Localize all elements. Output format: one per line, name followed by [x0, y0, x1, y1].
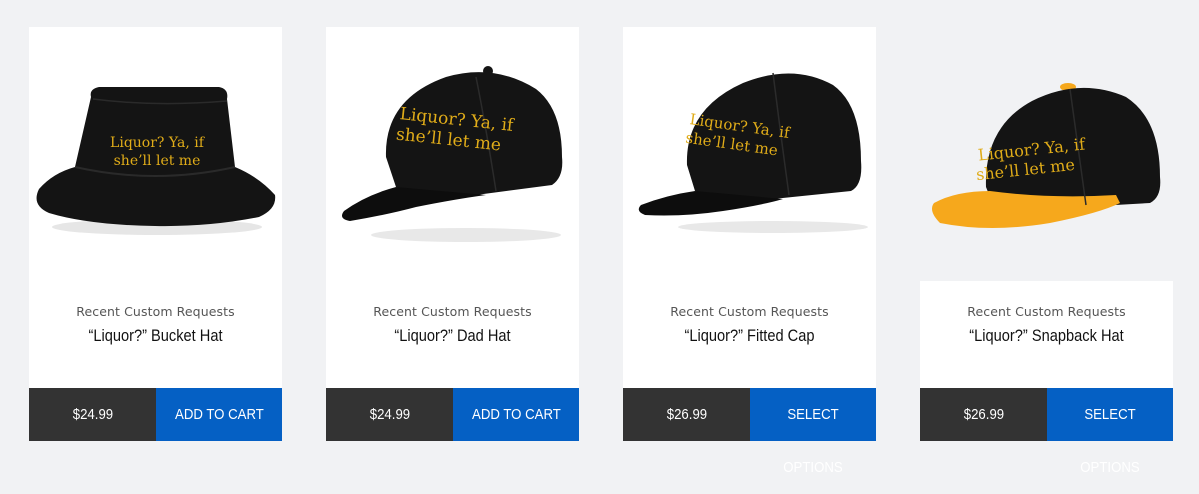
select-options-button[interactable]: SELECT OPTIONS	[1047, 388, 1173, 476]
product-title[interactable]: “Liquor?” Dad Hat	[344, 326, 562, 346]
product-info: Recent Custom Requests “Liquor?” Fitted …	[623, 281, 876, 388]
product-category[interactable]: Recent Custom Requests	[920, 304, 1173, 319]
product-card: Liquor? Ya, if she’ll let me Recent Cust…	[920, 27, 1173, 476]
product-card: Liquor? Ya, if she’ll let me Recent Cust…	[623, 27, 876, 476]
product-title[interactable]: “Liquor?” Fitted Cap	[641, 326, 859, 346]
product-actions: $26.99 SELECT OPTIONS	[920, 388, 1173, 476]
select-options-button[interactable]: SELECT OPTIONS	[750, 388, 876, 476]
print-line-1: Liquor? Ya, if	[110, 135, 206, 151]
bucket-hat-icon: Liquor? Ya, if she’ll let me	[36, 87, 276, 235]
fitted-cap-icon: Liquor? Ya, if she’ll let me	[638, 72, 868, 233]
product-title[interactable]: “Liquor?” Snapback Hat	[938, 326, 1156, 346]
product-title[interactable]: “Liquor?” Bucket Hat	[47, 326, 265, 346]
product-actions: $24.99 ADD TO CART	[326, 388, 579, 441]
product-price: $26.99	[920, 388, 1047, 441]
product-actions: $24.99 ADD TO CART	[29, 388, 282, 441]
add-to-cart-button[interactable]: ADD TO CART	[453, 388, 579, 441]
product-image[interactable]: Liquor? Ya, if she’ll let me	[920, 27, 1173, 281]
product-info: Recent Custom Requests “Liquor?” Snapbac…	[920, 281, 1173, 388]
product-image[interactable]: Liquor? Ya, if she’ll let me	[29, 27, 282, 281]
product-card: Liquor? Ya, if she’ll let me Recent Cust…	[29, 27, 282, 441]
product-category[interactable]: Recent Custom Requests	[29, 304, 282, 319]
product-image[interactable]: Liquor? Ya, if she’ll let me	[623, 27, 876, 281]
product-card: Liquor? Ya, if she’ll let me Recent Cust…	[326, 27, 579, 441]
product-info: Recent Custom Requests “Liquor?” Dad Hat	[326, 281, 579, 388]
product-info: Recent Custom Requests “Liquor?” Bucket …	[29, 281, 282, 388]
print-line-2: she’ll let me	[114, 153, 201, 169]
product-price: $24.99	[326, 388, 453, 441]
product-image[interactable]: Liquor? Ya, if she’ll let me	[326, 27, 579, 281]
product-price: $24.99	[29, 388, 156, 441]
product-price: $26.99	[623, 388, 750, 441]
product-category[interactable]: Recent Custom Requests	[326, 304, 579, 319]
product-actions: $26.99 SELECT OPTIONS	[623, 388, 876, 476]
product-category[interactable]: Recent Custom Requests	[623, 304, 876, 319]
dad-hat-icon: Liquor? Ya, if she’ll let me	[342, 66, 563, 242]
snapback-hat-icon: Liquor? Ya, if she’ll let me	[932, 83, 1161, 228]
add-to-cart-button[interactable]: ADD TO CART	[156, 388, 282, 441]
